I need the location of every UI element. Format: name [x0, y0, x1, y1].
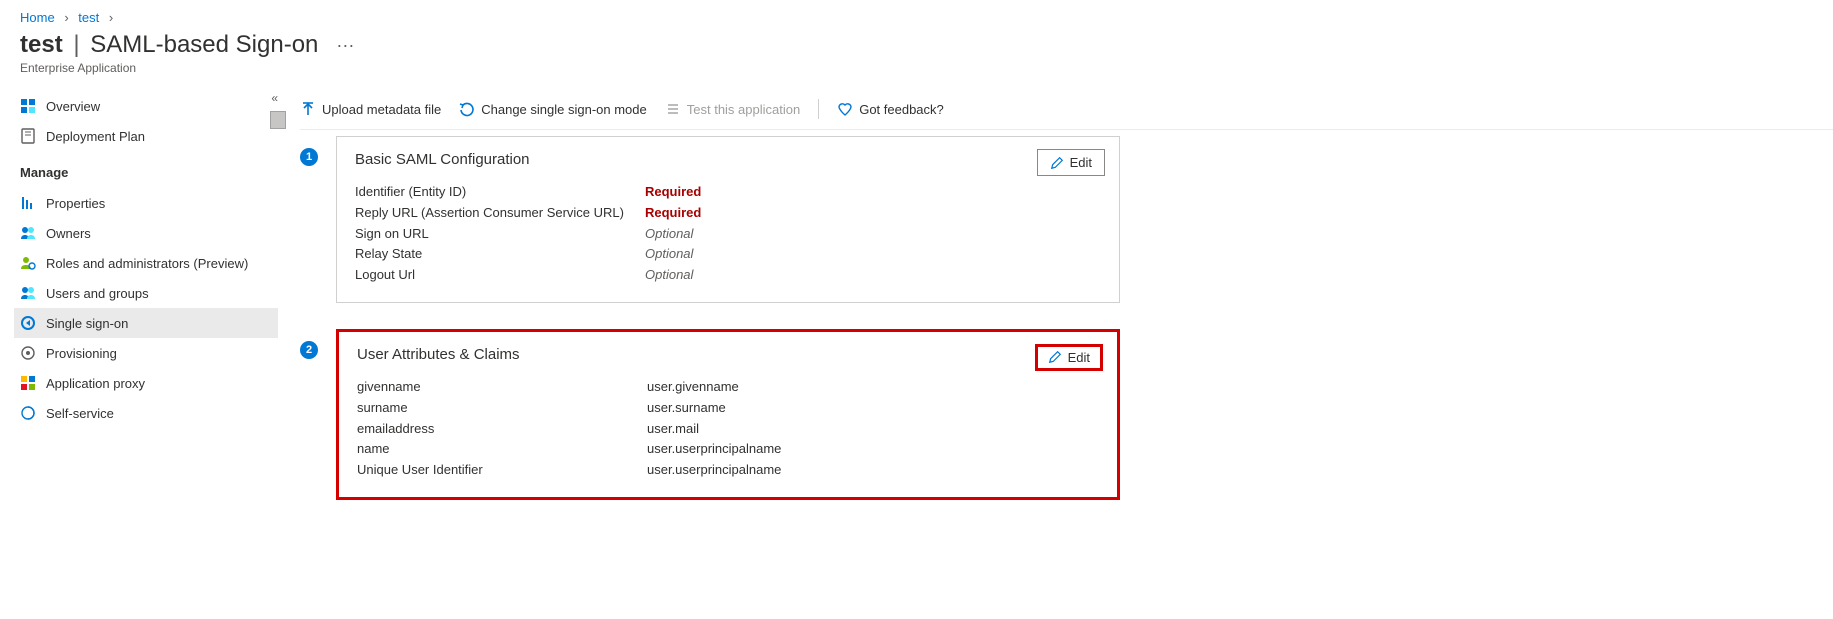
field-value: Optional — [645, 244, 693, 265]
field-label: Logout Url — [355, 265, 645, 286]
field-label: Reply URL (Assertion Consumer Service UR… — [355, 203, 645, 224]
change-sso-mode-button[interactable]: Change single sign-on mode — [459, 101, 647, 117]
sidebar-item-label: Owners — [46, 226, 91, 241]
field-label: Relay State — [355, 244, 645, 265]
sidebar-item-owners[interactable]: Owners — [14, 218, 278, 248]
feedback-button[interactable]: Got feedback? — [837, 101, 944, 117]
upload-metadata-button[interactable]: Upload metadata file — [300, 101, 441, 117]
edit-label: Edit — [1070, 155, 1092, 170]
properties-icon — [20, 195, 36, 211]
sidebar-item-label: Roles and administrators (Preview) — [46, 256, 248, 271]
claim-value: user.userprincipalname — [647, 460, 781, 481]
undo-icon — [459, 101, 475, 117]
pencil-icon — [1050, 156, 1064, 170]
heart-icon — [837, 101, 853, 117]
card-title: Basic SAML Configuration — [355, 151, 1101, 168]
sidebar-item-label: Single sign-on — [46, 316, 128, 331]
field-value: Optional — [645, 224, 693, 245]
claim-value: user.givenname — [647, 377, 739, 398]
page-header: test | SAML-based Sign-on ··· Enterprise… — [0, 29, 1833, 81]
edit-basic-saml-button[interactable]: Edit — [1037, 149, 1105, 176]
toolbar-separator — [818, 99, 819, 119]
app-proxy-icon — [20, 375, 36, 391]
breadcrumb: Home › test › — [0, 0, 1833, 29]
field-label: Sign on URL — [355, 224, 645, 245]
breadcrumb-test[interactable]: test — [78, 10, 99, 25]
step-number-1: 1 — [300, 148, 318, 166]
toolbar-label: Change single sign-on mode — [481, 102, 647, 117]
breadcrumb-home[interactable]: Home — [20, 10, 55, 25]
card-basic-saml: Edit Basic SAML Configuration Identifier… — [336, 136, 1120, 303]
breadcrumb-sep-icon: › — [64, 10, 68, 25]
roles-icon — [20, 255, 36, 271]
sidebar-item-single-sign-on[interactable]: Single sign-on — [14, 308, 278, 338]
toolbar-label: Upload metadata file — [322, 102, 441, 117]
sidebar-item-label: Application proxy — [46, 376, 145, 391]
field-value: Optional — [645, 265, 693, 286]
sidebar-item-label: Properties — [46, 196, 105, 211]
field-value: Required — [645, 182, 701, 203]
field-value: Required — [645, 203, 701, 224]
header-subtitle: Enterprise Application — [20, 61, 1813, 75]
collapse-sidebar-icon[interactable]: « — [271, 91, 278, 105]
claim-name: Unique User Identifier — [357, 460, 647, 481]
users-icon — [20, 285, 36, 301]
sidebar-item-provisioning[interactable]: Provisioning — [14, 338, 278, 368]
sidebar: « Overview Deployment Plan Manage Proper… — [0, 91, 278, 520]
sidebar-section-manage: Manage — [14, 151, 278, 188]
sso-icon — [20, 315, 36, 331]
sidebar-item-label: Self-service — [46, 406, 114, 421]
sidebar-item-overview[interactable]: Overview — [14, 91, 278, 121]
overview-icon — [20, 98, 36, 114]
edit-user-attributes-button[interactable]: Edit — [1035, 344, 1103, 371]
card-title: User Attributes & Claims — [357, 346, 1099, 363]
upload-icon — [300, 101, 316, 117]
sidebar-item-deployment[interactable]: Deployment Plan — [14, 121, 278, 151]
test-application-button: Test this application — [665, 101, 800, 117]
toolbar: Upload metadata file Change single sign-… — [300, 91, 1833, 130]
sidebar-item-properties[interactable]: Properties — [14, 188, 278, 218]
toolbar-label: Got feedback? — [859, 102, 944, 117]
sidebar-item-application-proxy[interactable]: Application proxy — [14, 368, 278, 398]
breadcrumb-sep-icon: › — [109, 10, 113, 25]
edit-label: Edit — [1068, 350, 1090, 365]
page-title: SAML-based Sign-on — [90, 31, 318, 58]
sidebar-item-label: Deployment Plan — [46, 129, 145, 144]
sidebar-item-label: Users and groups — [46, 286, 149, 301]
step-number-2: 2 — [300, 341, 318, 359]
main-content: Upload metadata file Change single sign-… — [278, 91, 1833, 520]
pencil-icon — [1048, 350, 1062, 364]
header-app-name: test — [20, 31, 63, 58]
step-basic-saml: 1 Edit Basic SAML Configuration Identifi… — [300, 136, 1120, 323]
sidebar-item-users-groups[interactable]: Users and groups — [14, 278, 278, 308]
claim-value: user.mail — [647, 419, 699, 440]
sidebar-item-roles[interactable]: Roles and administrators (Preview) — [14, 248, 278, 278]
sidebar-item-label: Overview — [46, 99, 100, 114]
sidebar-item-label: Provisioning — [46, 346, 117, 361]
list-icon — [665, 101, 681, 117]
claim-name: surname — [357, 398, 647, 419]
claim-name: emailaddress — [357, 419, 647, 440]
step-user-attributes: 2 Edit User Attributes & Claims givennam… — [300, 329, 1120, 520]
sidebar-item-self-service[interactable]: Self-service — [14, 398, 278, 428]
more-actions-icon[interactable]: ··· — [336, 35, 354, 56]
claim-name: name — [357, 439, 647, 460]
field-label: Identifier (Entity ID) — [355, 182, 645, 203]
card-user-attributes: Edit User Attributes & Claims givennameu… — [336, 329, 1120, 500]
owners-icon — [20, 225, 36, 241]
self-service-icon — [20, 405, 36, 421]
toolbar-label: Test this application — [687, 102, 800, 117]
provisioning-icon — [20, 345, 36, 361]
book-icon — [20, 128, 36, 144]
claim-value: user.surname — [647, 398, 726, 419]
claim-value: user.userprincipalname — [647, 439, 781, 460]
claim-name: givenname — [357, 377, 647, 398]
